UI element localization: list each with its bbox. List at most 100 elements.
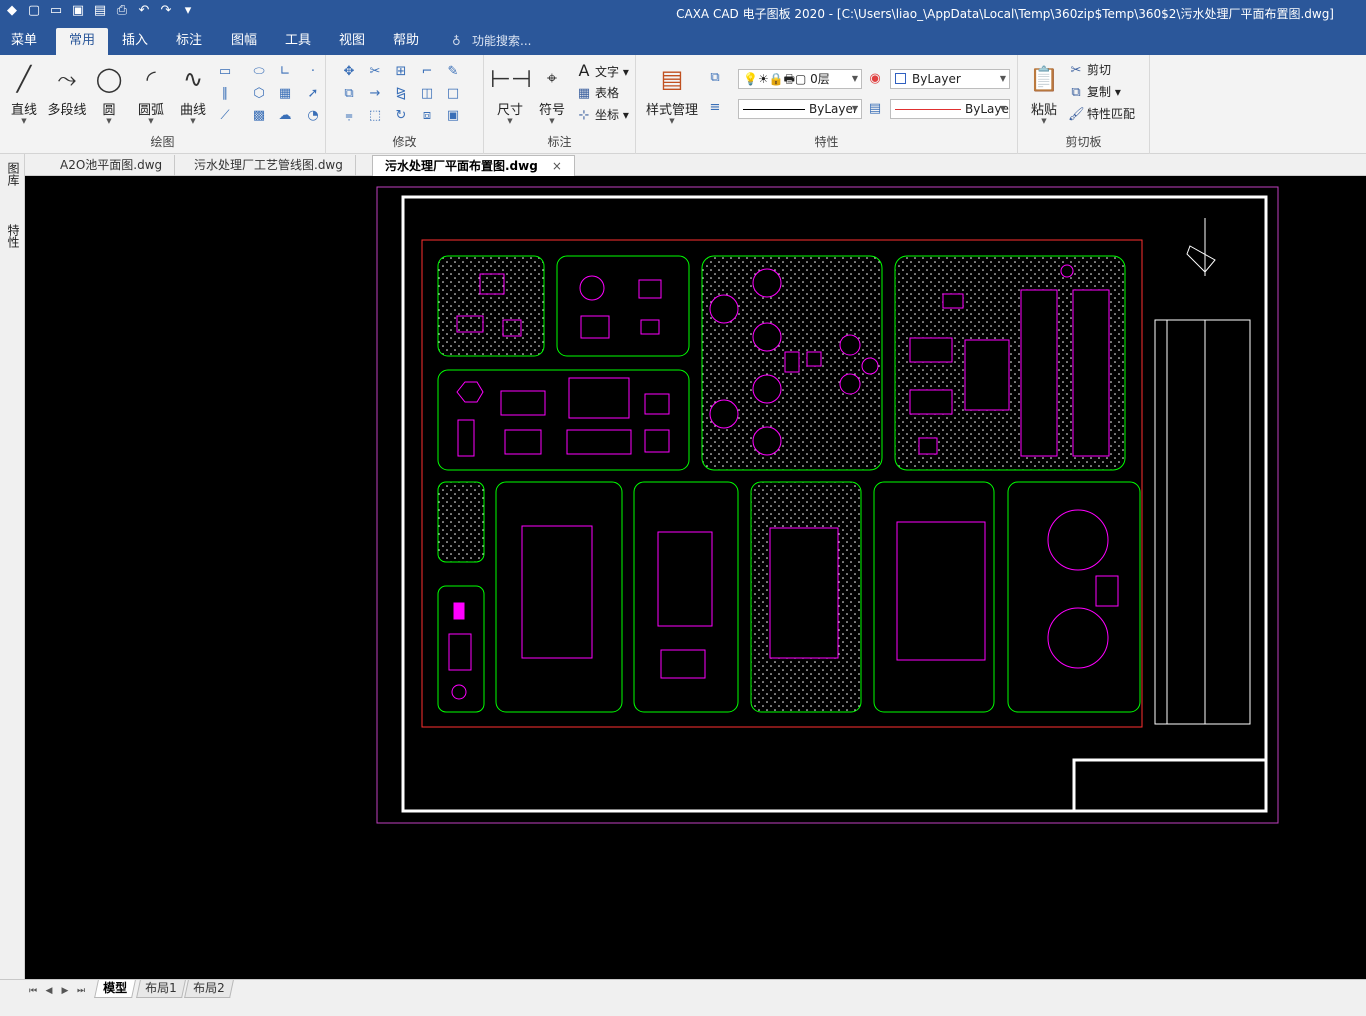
save-as-icon[interactable]: ▤ xyxy=(92,3,108,19)
array-icon[interactable]: ⊞ xyxy=(392,63,410,81)
break-icon[interactable]: ⧈ xyxy=(418,107,436,125)
chevron-down-icon: ▼ xyxy=(21,117,27,125)
style-manager-icon: ▤ xyxy=(660,65,684,93)
centerline-icon[interactable]: ⟋ xyxy=(216,107,234,125)
cut-label: 剪切 xyxy=(1087,63,1112,77)
copy-button[interactable]: ⧉ 复制 ▾ xyxy=(1068,82,1121,102)
color-wheel-icon[interactable]: ◉ xyxy=(866,70,884,88)
first-tab-icon[interactable]: ⏮ xyxy=(26,984,40,998)
chevron-down-icon: ▼ xyxy=(669,117,675,125)
tab-common[interactable]: 常用 xyxy=(56,28,108,55)
lineweight-list-icon[interactable]: ≡ xyxy=(706,99,724,117)
arrow-icon[interactable]: ➚ xyxy=(304,85,322,103)
line-button[interactable]: ╱ 直线 ▼ xyxy=(4,61,44,127)
style-manager-button[interactable]: ▤ 样式管理 ▼ xyxy=(644,61,700,127)
ellipse-icon[interactable]: ⬭ xyxy=(250,63,268,81)
drawing-canvas[interactable] xyxy=(25,176,1366,979)
erase-icon[interactable]: ✎ xyxy=(444,63,462,81)
coordinate-button[interactable]: ⊹ 坐标 ▾ xyxy=(576,105,629,125)
tab-view[interactable]: 视图 xyxy=(329,28,375,55)
customize-toolbar-icon[interactable]: ▾ xyxy=(180,3,196,19)
tab-menu[interactable]: 菜单 xyxy=(0,28,48,55)
tab-tools[interactable]: 工具 xyxy=(275,28,321,55)
layer-state-icons: 💡☀🔒🖶▢ xyxy=(743,72,811,86)
window-title: CAXA CAD 电子图板 2020 - [C:\Users\liao_\App… xyxy=(676,7,1334,21)
line-icon: ╱ xyxy=(16,65,32,93)
fillet-icon[interactable]: ⌐ xyxy=(418,63,436,81)
cloud-icon[interactable]: ☁ xyxy=(276,107,294,125)
coordinate-label: 坐标 xyxy=(595,108,620,122)
tab-annotate[interactable]: 标注 xyxy=(166,28,212,55)
explode-icon[interactable]: □ xyxy=(444,85,462,103)
close-icon[interactable]: × xyxy=(552,159,562,173)
hatch-icon[interactable]: ▦ xyxy=(276,85,294,103)
color-select[interactable]: ByLayer ▼ xyxy=(890,69,1010,89)
open-folder-icon[interactable]: ▭ xyxy=(48,3,64,19)
polygon-icon[interactable]: ⬡ xyxy=(250,85,268,103)
chevron-down-icon: ▼ xyxy=(851,74,858,83)
angle-line-icon[interactable]: ∟ xyxy=(276,63,294,81)
lineweight-icon[interactable]: ▤ xyxy=(866,100,884,118)
arc-button[interactable]: ◜ 圆弧 ▼ xyxy=(131,61,171,127)
grid-icon[interactable]: ▩ xyxy=(250,107,268,125)
tab-help[interactable]: 帮助 xyxy=(383,28,429,55)
last-tab-icon[interactable]: ⏭ xyxy=(74,984,88,998)
layout-tab-model[interactable]: 模型 xyxy=(94,980,136,998)
mirror-icon[interactable]: ⧎ xyxy=(392,85,410,103)
tab-insert[interactable]: 插入 xyxy=(112,28,158,55)
curve-label: 曲线 xyxy=(179,103,206,118)
undo-icon[interactable]: ↶ xyxy=(136,3,152,19)
trim-icon[interactable]: ✂ xyxy=(366,63,384,81)
next-tab-icon[interactable]: ▶ xyxy=(58,984,72,998)
text-label: 文字 xyxy=(595,65,620,79)
point-icon[interactable]: · xyxy=(304,63,322,81)
cut-button[interactable]: ✂ 剪切 xyxy=(1068,60,1111,80)
tab-sheet[interactable]: 图幅 xyxy=(221,28,267,55)
circle-label: 圆 xyxy=(102,103,116,118)
paste-button[interactable]: 📋 粘贴 ▼ xyxy=(1024,61,1064,127)
redo-icon[interactable]: ↷ xyxy=(158,3,174,19)
lineweight-select[interactable]: ByLaye ▼ xyxy=(890,99,1010,119)
library-panel-tab[interactable]: 图库 xyxy=(5,162,20,186)
polyline-button[interactable]: ⤳ 多段线 xyxy=(46,61,88,127)
symbol-label: 符号 xyxy=(538,103,565,118)
extend-icon[interactable]: → xyxy=(366,85,384,103)
scale-icon[interactable]: ◫ xyxy=(418,85,436,103)
parallel-line-icon[interactable]: ∥ xyxy=(216,85,234,103)
edit-icon[interactable]: ▣ xyxy=(444,107,462,125)
table-button[interactable]: ▦ 表格 xyxy=(576,83,619,103)
move-icon[interactable]: ✥ xyxy=(340,63,358,81)
doc-tab-a2o[interactable]: A2O池平面图.dwg xyxy=(48,155,176,176)
app-logo-icon[interactable]: ◆ xyxy=(4,3,20,19)
draw-group: ╱ 直线 ▼ ⤳ 多段线 ◯ 圆 ▼ ◜ 圆弧 ▼ ∿ 曲线 ▼ ▭ ⬭ ∟ ·… xyxy=(0,55,326,154)
doc-tab-pipeline[interactable]: 污水处理厂工艺管线图.dwg xyxy=(182,155,356,176)
linetype-select[interactable]: ByLayer ▼ xyxy=(738,99,862,119)
circle-button[interactable]: ◯ 圆 ▼ xyxy=(89,61,129,127)
dimension-label: 尺寸 xyxy=(496,103,523,118)
text-button[interactable]: A 文字 ▾ xyxy=(576,61,629,81)
save-icon[interactable]: ▣ xyxy=(70,3,86,19)
dimension-button[interactable]: ⊢⊣ 尺寸 ▼ xyxy=(490,61,532,127)
match-properties-button[interactable]: 🖌 特性匹配 xyxy=(1068,104,1135,124)
offset-icon[interactable]: ⩦ xyxy=(340,107,358,125)
curve-button[interactable]: ∿ 曲线 ▼ xyxy=(173,61,213,127)
layer-select[interactable]: 💡☀🔒🖶▢ 0层 ▼ xyxy=(738,69,862,89)
copy-icon[interactable]: ⧉ xyxy=(340,85,358,103)
layout-tab-layout1[interactable]: 布局1 xyxy=(136,980,186,998)
block-icon[interactable]: ◔ xyxy=(304,107,322,125)
lineweight-preview xyxy=(895,109,961,110)
copy-icon: ⧉ xyxy=(1071,85,1081,100)
layout-tab-layout2[interactable]: 布局2 xyxy=(184,980,234,998)
prev-tab-icon[interactable]: ◀ xyxy=(42,984,56,998)
polyline-icon: ⤳ xyxy=(57,65,77,93)
stretch-icon[interactable]: ⬚ xyxy=(366,107,384,125)
properties-panel-tab[interactable]: 特性 xyxy=(5,224,20,248)
rectangle-icon[interactable]: ▭ xyxy=(216,63,234,81)
symbol-button[interactable]: ⌖ 符号 ▼ xyxy=(532,61,572,127)
rotate-icon[interactable]: ↻ xyxy=(392,107,410,125)
layer-states-icon[interactable]: ⧉ xyxy=(706,69,724,87)
feature-search[interactable]: ♁ 功能搜索... xyxy=(452,28,531,55)
doc-tab-layout-plan[interactable]: 污水处理厂平面布置图.dwg × xyxy=(372,155,575,176)
print-icon[interactable]: ⎙ xyxy=(114,3,130,19)
new-file-icon[interactable]: ▢ xyxy=(26,3,42,19)
